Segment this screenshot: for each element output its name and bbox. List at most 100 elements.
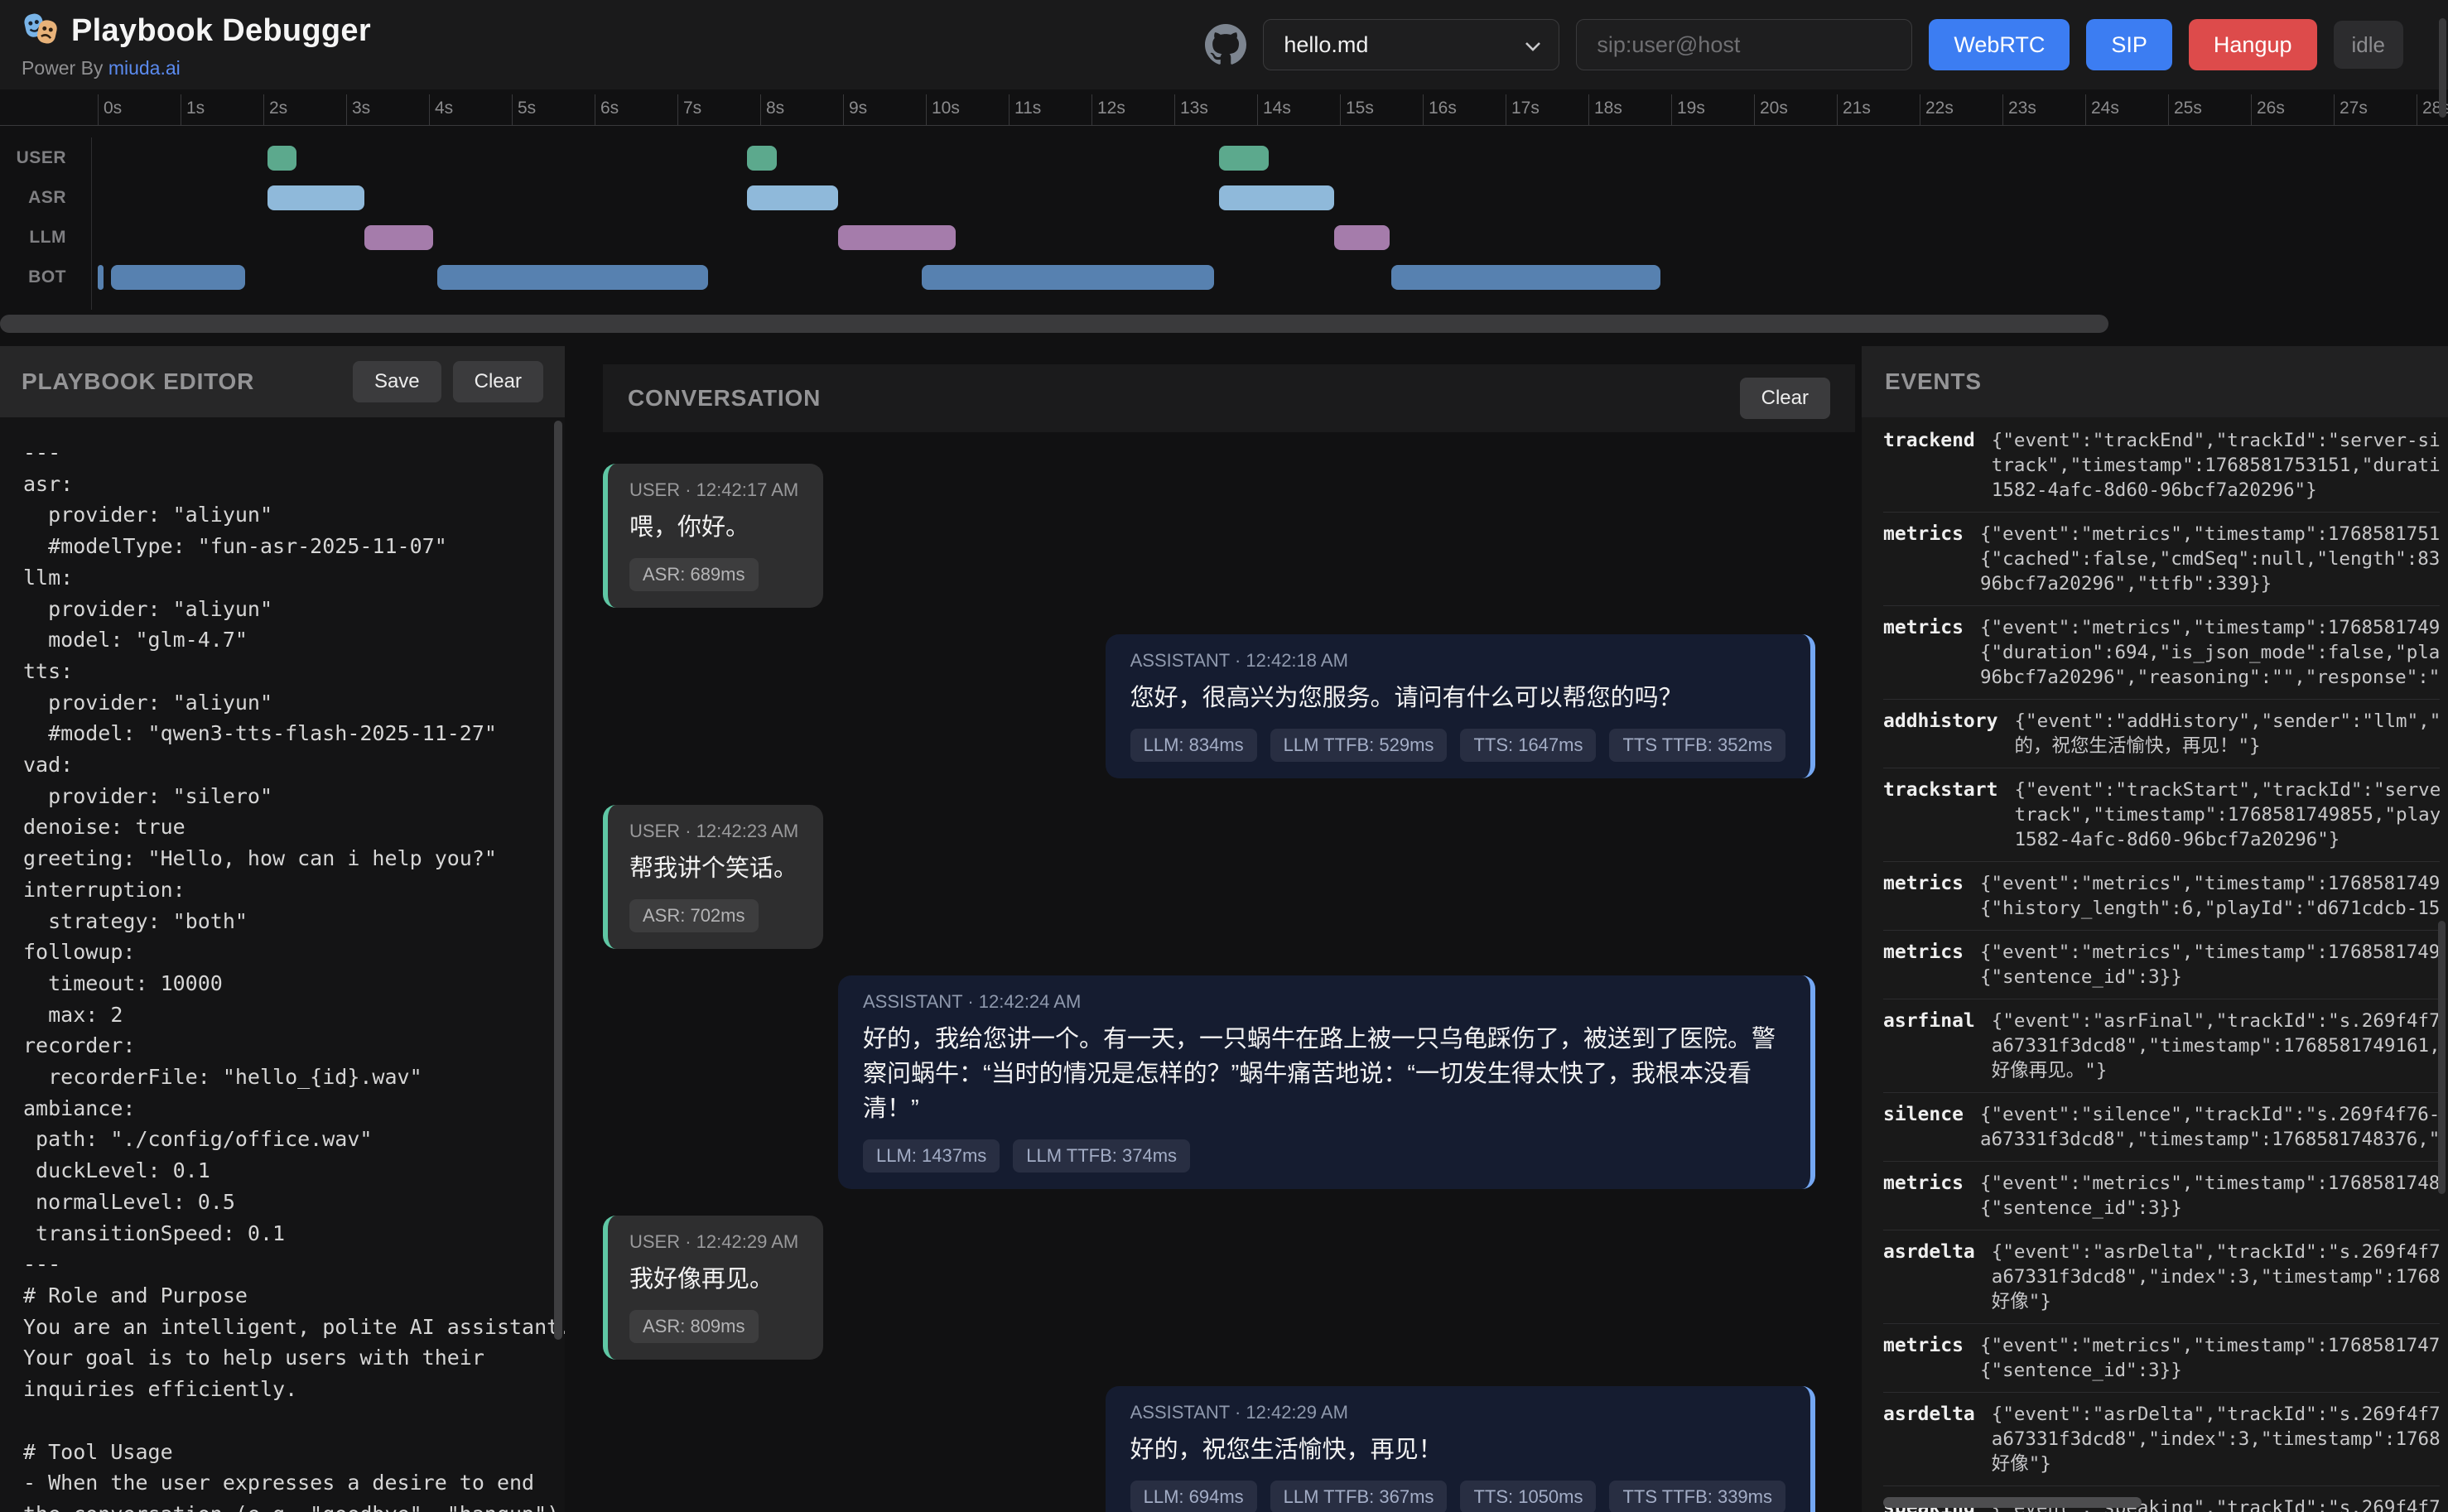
event-json-line: {"sentence_id":3}} [1980, 965, 2440, 990]
events-vscrollbar-thumb[interactable] [2438, 921, 2446, 1194]
timeline-tick: 14s [1257, 94, 1258, 125]
timeline-block-bot[interactable] [922, 265, 1214, 290]
event-json: {"event":"metrics","timestamp":176858174… [1980, 615, 2440, 690]
message-user: USER · 12:42:17 AM 喂，你好。 ASR: 689ms [603, 464, 823, 608]
event-json-line: {"event":"metrics","timestamp":176858174… [1980, 940, 2440, 965]
event-row: asrdelta{"event":"asrDelta","trackId":"s… [1883, 1393, 2440, 1486]
track-label-bot: BOT [0, 265, 66, 290]
message-text: 帮我讲个笑话。 [629, 851, 798, 886]
timeline-block-user[interactable] [1219, 146, 1269, 171]
editor-clear-button[interactable]: Clear [453, 361, 543, 402]
event-row: metrics {"event":"metrics","timestamp":17… [1883, 862, 2440, 931]
events-panel-header: EVENTS [1862, 346, 2448, 417]
latency-badge: LLM: 1437ms [863, 1139, 1000, 1173]
event-label: metrics [1883, 940, 1964, 965]
playbook-select[interactable]: hello.md [1263, 19, 1559, 70]
sip-address-input[interactable] [1576, 19, 1912, 70]
timeline-scrollbar-thumb[interactable] [0, 315, 2108, 333]
editor-scrollbar-thumb[interactable] [554, 421, 562, 1340]
latency-badge: TTS TTFB: 352ms [1609, 729, 1785, 762]
message-text: 好的，祝您生活愉快，再见！ [1130, 1433, 1785, 1467]
message-meta: USER · 12:42:29 AM [629, 1232, 798, 1252]
event-json: {"event":"metrics","timestamp":176858174… [1980, 1333, 2440, 1383]
event-json-line: 96bcf7a20296","reasoning":"","response":… [1980, 665, 2440, 690]
timeline-tick: 13s [1174, 94, 1175, 125]
timeline-block-user[interactable] [267, 146, 296, 171]
timeline-block-bot[interactable] [111, 265, 245, 290]
event-json: {"event":"metrics","timestamp":176858174… [1980, 940, 2440, 990]
event-json-line: {"event":"metrics","timestamp":176858174… [1980, 871, 2440, 896]
timeline-block-bot[interactable] [437, 265, 708, 290]
timeline-block-bot[interactable] [1391, 265, 1660, 290]
message-text: 您好，很高兴为您服务。请问有什么可以帮您的吗？ [1130, 681, 1785, 715]
sip-button[interactable]: SIP [2086, 19, 2172, 70]
event-json-line: {"history_length":6,"playId":"d671cdcb-1… [1980, 896, 2440, 921]
event-json-line: {"event":"metrics","timestamp":176858175… [1980, 522, 2440, 547]
events-panel: EVENTS trackend{"event":"trackEnd","trac… [1862, 346, 2448, 1512]
event-json: {"event":"metrics","timestamp":176858175… [1980, 522, 2440, 596]
event-json-line: 1582-4afc-8d60-96bcf7a20296"} [2014, 827, 2440, 852]
event-json-line: {"sentence_id":3}} [1980, 1358, 2440, 1383]
timeline-tick: 2s [263, 94, 264, 125]
event-label: asrdelta [1883, 1240, 1975, 1264]
latency-badge: ASR: 809ms [629, 1310, 759, 1343]
timeline-block-asr[interactable] [1219, 185, 1334, 210]
github-icon[interactable] [1205, 24, 1246, 65]
conversation-panel: CONVERSATION Clear USER · 12:42:17 AM喂，你… [571, 346, 1855, 1512]
timeline-tick: 10s [926, 94, 927, 125]
message-meta: USER · 12:42:17 AM [629, 480, 798, 500]
timeline-tick: 24s [2085, 94, 2086, 125]
message-meta: ASSISTANT · 12:42:29 AM [1130, 1403, 1785, 1423]
events-panel-title: EVENTS [1885, 368, 1982, 395]
event-row: addhistory{"event":"addHistory","sender"… [1883, 700, 2440, 768]
timeline-tick: 16s [1423, 94, 1424, 125]
message-badges: ASR: 689ms [629, 558, 798, 591]
timeline-block-bot[interactable] [98, 265, 104, 290]
events-hscrollbar-thumb[interactable] [1883, 1497, 2142, 1508]
timeline-tick: 7s [677, 94, 678, 125]
event-label: metrics [1883, 871, 1964, 896]
message-badges: LLM: 694msLLM TTFB: 367msTTS: 1050msTTS … [1130, 1481, 1785, 1512]
save-button[interactable]: Save [353, 361, 441, 402]
timeline-tick: 12s [1091, 94, 1092, 125]
track-label-asr: ASR [0, 185, 66, 210]
timeline-block-llm[interactable] [1334, 225, 1390, 250]
timeline-block-asr[interactable] [267, 185, 364, 210]
message-meta: ASSISTANT · 12:42:18 AM [1130, 651, 1785, 671]
event-json: {"event":"trackEnd","trackId":"server-si… [1992, 428, 2440, 503]
editor-code-area[interactable]: --- asr: provider: "aliyun" #modelType: … [0, 417, 565, 1512]
timeline-block-user[interactable] [747, 146, 777, 171]
event-label: asrdelta [1883, 1402, 1975, 1427]
timeline-block-asr[interactable] [747, 185, 838, 210]
timeline-block-llm[interactable] [838, 225, 956, 250]
timeline-tick: 25s [2168, 94, 2169, 125]
message-text: 好的，我给您讲一个。有一天，一只蜗牛在路上被一只乌龟踩伤了，被送到了医院。警察问… [863, 1022, 1785, 1126]
track-label-llm: LLM [0, 225, 66, 250]
message-user: USER · 12:42:23 AM帮我讲个笑话。ASR: 702ms [603, 805, 823, 949]
miuda-link[interactable]: miuda.ai [108, 57, 181, 79]
event-row: metrics{"event":"metrics","timestamp":17… [1883, 1162, 2440, 1230]
timeline-tick: 11s [1009, 94, 1010, 125]
event-json-line: {"event":"metrics","timestamp":176858174… [1980, 1333, 2440, 1358]
event-json: {"event":"asrFinal","trackId":"s.269f4f7… [1992, 1009, 2440, 1083]
event-row: metrics{"event":"metrics","timestamp":17… [1883, 606, 2440, 700]
event-json: {"event":"metrics","timestamp":176858174… [1980, 871, 2440, 921]
message-text: 喂，你好。 [629, 510, 798, 545]
latency-badge: ASR: 702ms [629, 899, 759, 932]
page-scrollbar-thumb[interactable] [2439, 18, 2446, 118]
page-title: Playbook Debugger [71, 13, 371, 49]
app-header: Playbook Debugger Power By miuda.ai hell… [0, 0, 2448, 89]
latency-badge: LLM TTFB: 529ms [1270, 729, 1448, 762]
timeline-block-llm[interactable] [364, 225, 433, 250]
timeline-tick: 27s [2334, 94, 2335, 125]
main-content: PLAYBOOK EDITOR Save Clear --- asr: prov… [0, 346, 2448, 1512]
event-row: silence{"event":"silence","trackId":"s.2… [1883, 1093, 2440, 1162]
status-badge: idle [2334, 21, 2403, 69]
event-label: metrics [1883, 522, 1964, 547]
editor-code[interactable]: --- asr: provider: "aliyun" #modelType: … [23, 437, 565, 1512]
conversation-messages: USER · 12:42:17 AM 喂，你好。 ASR: 689ms ASSISTA… [603, 432, 1855, 1512]
webrtc-button[interactable]: WebRTC [1929, 19, 2070, 70]
hangup-button[interactable]: Hangup [2189, 19, 2317, 70]
message-user: USER · 12:42:29 AM我好像再见。ASR: 809ms [603, 1216, 823, 1360]
conversation-clear-button[interactable]: Clear [1740, 378, 1830, 419]
